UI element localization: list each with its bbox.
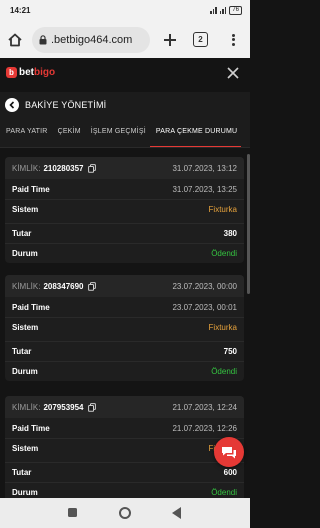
new-tab-button[interactable] [158,28,182,52]
close-button[interactable] [224,64,242,82]
chevron-left-icon [9,101,15,109]
close-icon [227,67,239,79]
chat-icon [222,446,236,458]
tab-switcher-button[interactable]: 2 [193,32,208,47]
back-button[interactable] [5,98,19,112]
page-title: BAKİYE YÖNETİMİ [25,100,107,110]
url-bar[interactable]: .betbigo464.com [32,27,150,53]
amount-row: Tutar 600 [5,462,244,482]
signal-icon [210,7,217,14]
transaction-id: 207953954 [43,402,84,412]
status-icons: 76 [210,6,242,15]
menu-dot-icon [231,43,235,47]
status-row: Durum Ödendi [5,243,244,263]
logo-mark-icon: b [6,67,17,78]
transaction-date: 31.07.2023, 13:12 [172,163,237,173]
card-header: KİMLİK: 207953954 21.07.2023, 12:24 [5,396,244,418]
transaction-date: 23.07.2023, 00:00 [172,281,237,291]
paid-time-row: Paid Time 23.07.2023, 00:01 [12,302,237,312]
home-icon [8,33,22,47]
browser-menu-button[interactable] [225,30,241,50]
copy-icon[interactable] [87,281,96,291]
logo-text: betbigo [19,67,56,78]
url-text: .betbigo464.com [51,34,133,46]
copy-icon[interactable] [87,402,96,412]
status-badge: Ödendi [211,367,237,376]
status-bar: 14:21 76 [0,0,250,22]
tab-bar: PARA YATIR ÇEKİM İŞLEM GEÇMİŞİ PARA ÇEKM… [0,118,250,148]
browser-toolbar: .betbigo464.com 2 [0,22,250,58]
id-label: KİMLİK: [12,281,41,291]
status-badge: Ödendi [211,249,237,258]
transaction-id: 208347690 [43,281,84,291]
home-circle-button[interactable] [119,507,131,519]
status-row: Durum Ödendi [5,361,244,381]
system-row: SistemFixturka [5,317,244,337]
panel-header: BAKİYE YÖNETİMİ [0,92,250,118]
plus-icon [164,34,176,46]
transaction-date: 21.07.2023, 12:24 [172,402,237,412]
status-time: 14:21 [10,6,31,15]
id-label: KİMLİK: [12,402,41,412]
copy-icon[interactable] [87,163,96,173]
app-header: b betbigo [0,58,250,90]
id-label: KİMLİK: [12,163,41,173]
home-button[interactable] [0,22,30,58]
transaction-card: KİMLİK: 210280357 31.07.2023, 13:12 Paid… [5,157,244,263]
tab-withdraw[interactable]: ÇEKİM [52,118,85,147]
amount-row: Tutar 380 [5,223,244,243]
paid-time-row: Paid Time 31.07.2023, 13:25 [12,184,237,194]
tab-history[interactable]: İŞLEM GEÇMİŞİ [85,118,150,147]
system-nav-bar [0,498,250,528]
tab-deposit[interactable]: PARA YATIR [0,118,52,147]
transaction-id: 210280357 [43,163,84,173]
transactions-list[interactable]: KİMLİK: 210280357 31.07.2023, 13:12 Paid… [0,148,250,498]
tab-withdraw-status[interactable]: PARA ÇEKME DURUMU [149,118,242,147]
menu-dot-icon [231,33,235,37]
battery-icon: 76 [229,6,242,15]
live-chat-button[interactable] [214,437,244,467]
back-triangle-button[interactable] [172,507,181,519]
menu-dot-icon [231,38,235,42]
amount-row: Tutar 750 [5,341,244,361]
card-header: KİMLİK: 208347690 23.07.2023, 00:00 [5,275,244,297]
system-row: SistemFixturka [5,199,244,219]
status-badge: Ödendi [211,488,237,497]
recent-apps-button[interactable] [68,508,77,517]
status-row: Durum Ödendi [5,482,244,498]
scrollbar[interactable] [247,154,250,294]
transaction-card: KİMLİK: 207953954 21.07.2023, 12:24 Paid… [5,396,244,498]
transaction-card: KİMLİK: 208347690 23.07.2023, 00:00 Paid… [5,275,244,381]
paid-time-row: Paid Time 21.07.2023, 12:26 [12,423,237,433]
brand-logo[interactable]: b betbigo [6,67,55,78]
card-header: KİMLİK: 210280357 31.07.2023, 13:12 [5,157,244,179]
signal-icon-2 [219,7,227,14]
lock-icon [39,35,47,45]
system-row: SistemFixturka [5,438,244,458]
